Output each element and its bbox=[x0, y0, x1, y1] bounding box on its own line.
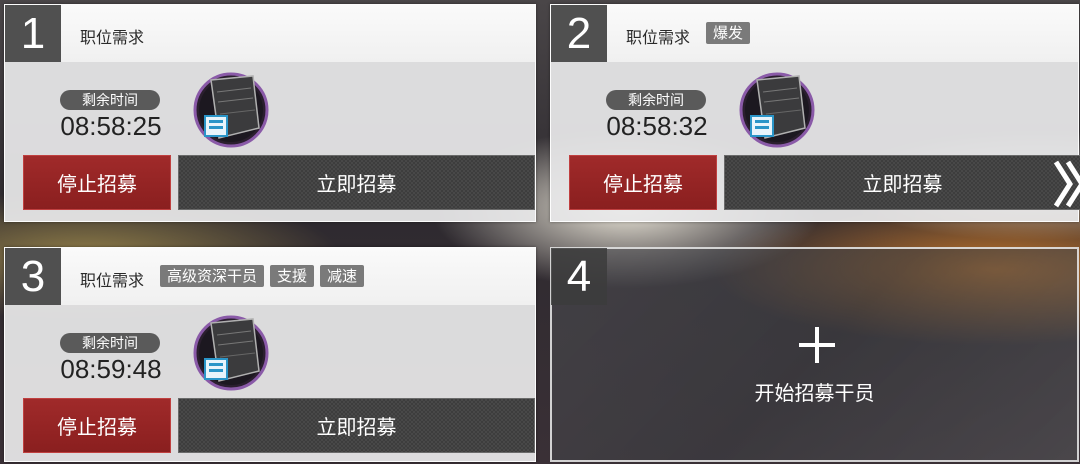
tag-list: 爆发 bbox=[706, 22, 751, 44]
instant-recruit-button[interactable]: 立即招募 bbox=[178, 398, 535, 453]
tag-top-operator: 高级资深干员 bbox=[160, 265, 265, 287]
slot-number: 4 bbox=[551, 248, 607, 305]
time-remaining-value: 08:59:48 bbox=[60, 354, 162, 384]
time-remaining-value: 08:58:32 bbox=[606, 111, 708, 141]
time-remaining-label: 剩余时间 bbox=[60, 90, 160, 110]
recruit-slot-2: 2 职位需求 爆发 剩余时间 08:58:32 停止招募 立即招募 bbox=[550, 4, 1080, 222]
chevron-right-icon bbox=[1053, 160, 1080, 208]
slot-number: 2 bbox=[551, 5, 607, 62]
stop-recruit-button[interactable]: 停止招募 bbox=[23, 155, 171, 210]
recruitment-permit-icon bbox=[193, 315, 269, 391]
time-remaining-label: 剩余时间 bbox=[60, 333, 160, 353]
slot-number: 1 bbox=[5, 5, 61, 62]
instant-recruit-label: 立即招募 bbox=[862, 172, 943, 196]
tag-support: 支援 bbox=[270, 265, 315, 287]
start-recruit-label: 开始招募干员 bbox=[754, 381, 875, 405]
requirement-label: 职位需求 bbox=[626, 28, 691, 47]
recruitment-permit-icon bbox=[193, 72, 269, 148]
requirement-label: 职位需求 bbox=[80, 271, 145, 290]
requirement-label: 职位需求 bbox=[80, 28, 145, 47]
stop-recruit-button[interactable]: 停止招募 bbox=[569, 155, 717, 210]
instant-recruit-button[interactable]: 立即招募 bbox=[724, 155, 1080, 210]
tag-list: 高级资深干员 支援 减速 bbox=[160, 265, 365, 287]
plus-icon bbox=[799, 327, 835, 363]
tag-burst: 爆发 bbox=[706, 22, 751, 44]
tag-slow: 减速 bbox=[320, 265, 365, 287]
time-remaining-label: 剩余时间 bbox=[606, 90, 706, 110]
stop-recruit-button[interactable]: 停止招募 bbox=[23, 398, 171, 453]
recruit-slot-4-empty[interactable]: 4 开始招募干员 bbox=[550, 247, 1079, 462]
slot-number: 3 bbox=[5, 248, 61, 305]
recruit-slot-1: 1 职位需求 剩余时间 08:58:25 停止招募 立即招募 bbox=[4, 4, 536, 222]
instant-recruit-button[interactable]: 立即招募 bbox=[178, 155, 535, 210]
recruit-slot-3: 3 职位需求 高级资深干员 支援 减速 剩余时间 08:59:48 停止招募 立… bbox=[4, 247, 536, 462]
recruitment-permit-icon bbox=[739, 72, 815, 148]
time-remaining-value: 08:58:25 bbox=[60, 111, 162, 141]
